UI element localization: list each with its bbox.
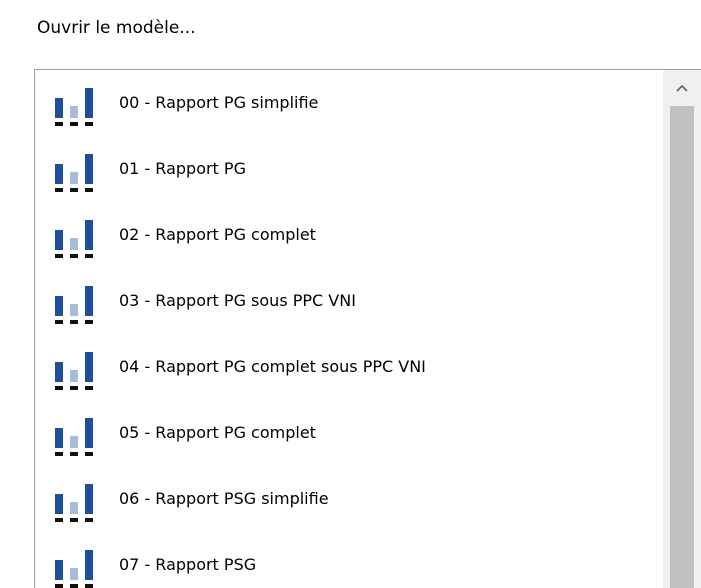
bar-chart-report-icon — [55, 418, 93, 456]
list-item-label: 01 - Rapport PG — [119, 159, 246, 178]
list-item-label: 04 - Rapport PG complet sous PPC VNI — [119, 357, 426, 376]
bar-chart-report-icon — [55, 550, 93, 588]
bar-chart-report-icon — [55, 220, 93, 258]
bar-chart-report-icon — [55, 88, 93, 126]
template-list: 00 - Rapport PG simplifie 01 - Rapport P… — [35, 70, 663, 588]
list-item-label: 06 - Rapport PSG simplifie — [119, 489, 329, 508]
list-item[interactable]: 07 - Rapport PSG — [35, 532, 663, 588]
list-item[interactable]: 02 - Rapport PG complet — [35, 202, 663, 268]
list-item[interactable]: 00 - Rapport PG simplifie — [35, 70, 663, 136]
bar-chart-report-icon — [55, 484, 93, 522]
list-item[interactable]: 06 - Rapport PSG simplifie — [35, 466, 663, 532]
scroll-thumb[interactable] — [670, 106, 694, 588]
list-item-label: 07 - Rapport PSG — [119, 555, 257, 574]
list-item[interactable]: 04 - Rapport PG complet sous PPC VNI — [35, 334, 663, 400]
template-listbox[interactable]: 00 - Rapport PG simplifie 01 - Rapport P… — [34, 69, 701, 588]
list-item-label: 05 - Rapport PG complet — [119, 423, 316, 442]
vertical-scrollbar[interactable] — [663, 70, 701, 588]
scroll-up-button[interactable] — [663, 70, 701, 106]
chevron-up-icon — [676, 84, 688, 92]
bar-chart-report-icon — [55, 154, 93, 192]
list-item-label: 00 - Rapport PG simplifie — [119, 93, 319, 112]
list-item[interactable]: 05 - Rapport PG complet — [35, 400, 663, 466]
list-item[interactable]: 01 - Rapport PG — [35, 136, 663, 202]
list-item-label: 03 - Rapport PG sous PPC VNI — [119, 291, 356, 310]
list-item-label: 02 - Rapport PG complet — [119, 225, 316, 244]
bar-chart-report-icon — [55, 352, 93, 390]
list-item[interactable]: 03 - Rapport PG sous PPC VNI — [35, 268, 663, 334]
open-template-label: Ouvrir le modèle... — [37, 18, 196, 38]
bar-chart-report-icon — [55, 286, 93, 324]
